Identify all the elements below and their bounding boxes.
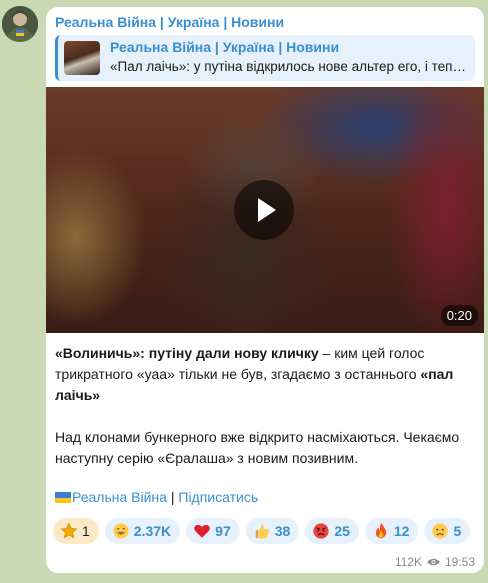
message-paragraph-1: «Волиничь»: путіну дали нову кличку – ки… xyxy=(55,343,477,406)
reaction-count: 97 xyxy=(215,523,231,539)
reaction-thumbs-up[interactable]: 38 xyxy=(245,518,300,544)
reaction-count: 12 xyxy=(393,523,410,539)
reply-title: Реальна Війна | Україна | Новини xyxy=(110,39,340,55)
reply-preview[interactable]: Реальна Війна | Україна | Новини «Пал ла… xyxy=(55,35,475,81)
reaction-sad[interactable]: 5 xyxy=(424,518,471,544)
reaction-grin[interactable]: 2.37K xyxy=(104,518,181,544)
footer-links: Реальна Війна | Підписатись xyxy=(55,489,258,505)
reaction-count: 2.37K xyxy=(133,523,172,539)
soldier-avatar-icon xyxy=(2,6,38,42)
reply-thumbnail xyxy=(64,41,100,75)
grin-emoji-icon xyxy=(113,523,129,539)
channel-link[interactable]: Реальна Війна xyxy=(72,489,167,505)
reaction-angry[interactable]: 25 xyxy=(305,518,359,544)
video-player[interactable]: 0:20 xyxy=(46,87,484,333)
sad-emoji-icon xyxy=(432,523,449,539)
message-text: «Волиничь»: путіну дали нову кличку – ки… xyxy=(55,343,477,469)
reaction-heart[interactable]: 97 xyxy=(186,518,240,544)
reaction-star[interactable]: 1 xyxy=(53,518,99,544)
channel-name[interactable]: Реальна Війна | Україна | Новини xyxy=(55,14,284,30)
reaction-fire[interactable]: 12 xyxy=(364,518,419,544)
reaction-count: 25 xyxy=(334,523,350,539)
eye-icon xyxy=(426,558,441,566)
message-bubble: Реальна Війна | Україна | Новини Реальна… xyxy=(46,7,484,573)
reaction-count: 1 xyxy=(82,523,90,539)
channel-avatar[interactable] xyxy=(2,6,38,42)
play-icon xyxy=(258,198,276,222)
ukraine-flag-icon xyxy=(55,492,71,503)
message-bold-a: «Волиничь»: путіну дали нову кличку xyxy=(55,345,319,361)
play-button[interactable] xyxy=(234,180,294,240)
video-duration: 0:20 xyxy=(440,305,478,326)
fire-icon xyxy=(375,522,387,539)
message-meta: 112K 19:53 xyxy=(395,555,475,569)
message-paragraph-2: Над клонами бункерного вже відкрито насм… xyxy=(55,429,460,466)
angry-emoji-icon xyxy=(313,523,329,539)
message-time: 19:53 xyxy=(444,555,475,569)
reaction-count: 38 xyxy=(274,523,291,539)
view-count: 112K xyxy=(394,555,422,569)
heart-icon xyxy=(194,524,210,538)
reactions-bar: 1 2.37K 97 38 25 12 5 xyxy=(53,518,471,544)
subscribe-link[interactable]: Підписатись xyxy=(178,489,258,505)
footer-separator: | xyxy=(166,489,179,505)
star-icon xyxy=(60,522,78,539)
reaction-count: 5 xyxy=(453,523,462,539)
reply-text: «Пал лаічь»: у путіна відкрилось нове ал… xyxy=(110,59,470,74)
thumbs-up-icon xyxy=(255,524,269,539)
